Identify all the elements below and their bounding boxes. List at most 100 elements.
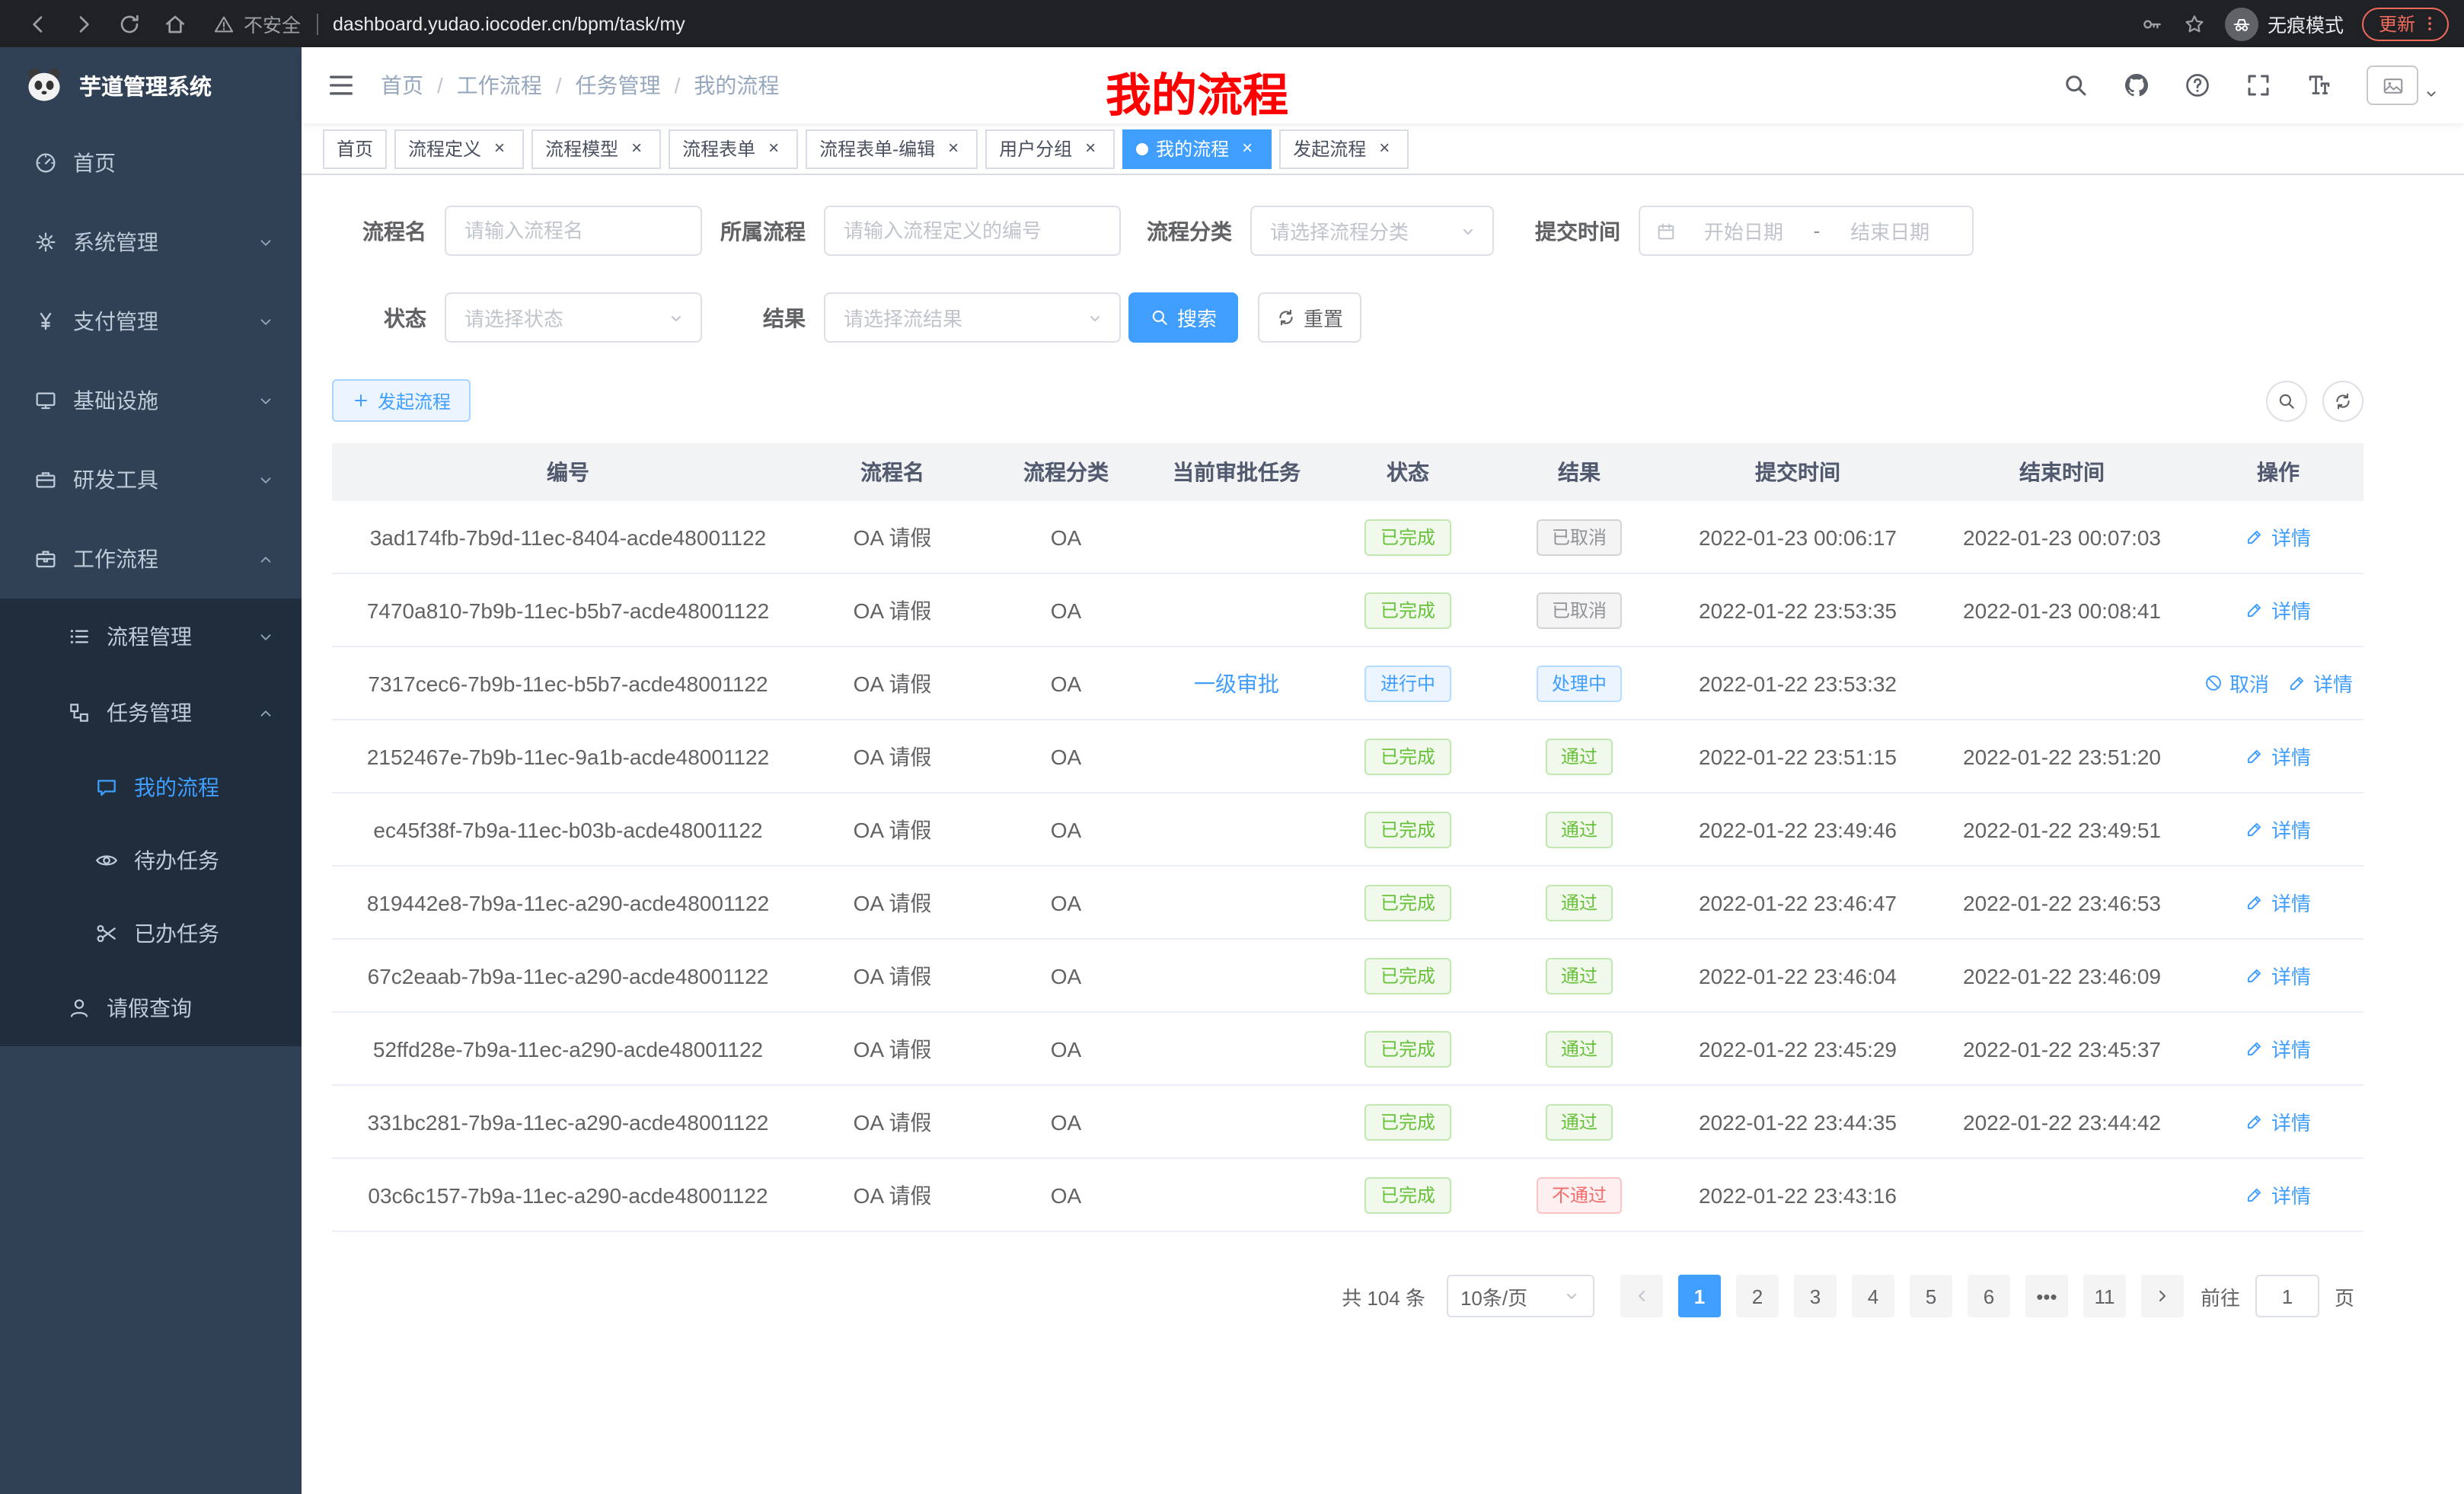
detail-link[interactable]: 详情 bbox=[2245, 961, 2311, 990]
cell-process-name: OA 请假 bbox=[804, 793, 981, 865]
tab[interactable]: 我的流程 × bbox=[1122, 129, 1272, 168]
breadcrumb-item[interactable]: 我的流程 bbox=[694, 70, 779, 101]
sidebar-item[interactable]: 待办任务 bbox=[0, 824, 302, 897]
help-icon[interactable] bbox=[2184, 72, 2211, 99]
fullscreen-icon[interactable] bbox=[2245, 72, 2272, 99]
address-bar[interactable]: 不安全 dashboard.yudao.iocoder.cn/bpm/task/… bbox=[213, 9, 685, 38]
total-count: 共 104 条 bbox=[1342, 1282, 1425, 1310]
next-page-button[interactable] bbox=[2141, 1275, 2184, 1317]
user-menu[interactable] bbox=[2367, 65, 2440, 105]
status-select[interactable]: 请选择状态 bbox=[445, 292, 702, 343]
status-badge: 已完成 bbox=[1365, 1103, 1451, 1140]
sidebar-item[interactable]: 工作流程 bbox=[0, 519, 302, 599]
close-icon[interactable]: × bbox=[489, 138, 510, 159]
tab[interactable]: 流程表单-编辑 × bbox=[806, 129, 978, 168]
page-button[interactable]: ••• bbox=[2025, 1275, 2068, 1317]
process-name-input[interactable] bbox=[445, 206, 702, 256]
sidebar-item[interactable]: 流程管理 bbox=[0, 599, 302, 675]
refresh-icon bbox=[1276, 308, 1296, 327]
cell-process-name: OA 请假 bbox=[804, 1086, 981, 1157]
sidebar-item[interactable]: 首页 bbox=[0, 123, 302, 203]
page-size-select[interactable]: 10条/页 bbox=[1447, 1275, 1594, 1317]
detail-link[interactable]: 详情 bbox=[2245, 595, 2311, 624]
page-button[interactable]: 1 bbox=[1678, 1275, 1721, 1317]
cell-category: OA bbox=[981, 647, 1151, 719]
close-icon[interactable]: × bbox=[1080, 138, 1101, 159]
category-select[interactable]: 请选择流程分类 bbox=[1250, 206, 1494, 256]
home-icon[interactable] bbox=[163, 11, 187, 36]
cell-process-name: OA 请假 bbox=[804, 647, 981, 719]
sidebar-item[interactable]: 支付管理 bbox=[0, 282, 302, 361]
refresh-table-button[interactable] bbox=[2322, 380, 2363, 421]
status-badge: 已完成 bbox=[1365, 1176, 1451, 1213]
detail-link[interactable]: 详情 bbox=[2287, 669, 2353, 698]
page-button[interactable]: 4 bbox=[1852, 1275, 1894, 1317]
update-button[interactable]: 更新 bbox=[2362, 7, 2449, 40]
detail-link[interactable]: 详情 bbox=[2245, 815, 2311, 844]
close-icon[interactable]: × bbox=[1374, 138, 1395, 159]
reset-button[interactable]: 重置 bbox=[1258, 292, 1361, 343]
search-icon[interactable] bbox=[2062, 72, 2089, 99]
tab[interactable]: 流程定义 × bbox=[394, 129, 524, 168]
process-definition-input[interactable] bbox=[824, 206, 1121, 256]
menu-dots-icon[interactable] bbox=[2420, 14, 2440, 34]
tab-label: 发起流程 bbox=[1293, 136, 1366, 161]
close-icon[interactable]: × bbox=[1237, 138, 1258, 159]
page-button[interactable]: 6 bbox=[1968, 1275, 2010, 1317]
submit-time-range-picker[interactable]: 开始日期 - 结束日期 bbox=[1639, 206, 1974, 256]
launch-process-button[interactable]: 发起流程 bbox=[332, 379, 471, 422]
current-task-link[interactable]: 一级审批 bbox=[1194, 668, 1279, 698]
page-button[interactable]: 5 bbox=[1910, 1275, 1952, 1317]
bookmark-star-icon[interactable] bbox=[2182, 11, 2207, 36]
github-icon[interactable] bbox=[2123, 72, 2150, 99]
tab[interactable]: 流程表单 × bbox=[669, 129, 798, 168]
cell-process-name: OA 请假 bbox=[804, 574, 981, 646]
page-button[interactable]: 11 bbox=[2083, 1275, 2126, 1317]
detail-link[interactable]: 详情 bbox=[2245, 742, 2311, 771]
font-size-icon[interactable] bbox=[2306, 72, 2333, 99]
prev-page-button[interactable] bbox=[1620, 1275, 1663, 1317]
date-range-separator: - bbox=[1811, 219, 1824, 242]
sidebar-item[interactable]: 已办任务 bbox=[0, 897, 302, 970]
result-select[interactable]: 请选择流结果 bbox=[824, 292, 1121, 343]
password-key-icon[interactable] bbox=[2140, 11, 2164, 36]
detail-link[interactable]: 详情 bbox=[2245, 888, 2311, 917]
back-icon[interactable] bbox=[26, 11, 50, 36]
close-icon[interactable]: × bbox=[943, 138, 964, 159]
tab[interactable]: 用户分组 × bbox=[985, 129, 1115, 168]
jump-page-input[interactable] bbox=[2255, 1275, 2319, 1317]
detail-link[interactable]: 详情 bbox=[2245, 1034, 2311, 1063]
sidebar-item[interactable]: 请假查询 bbox=[0, 970, 302, 1046]
page-button[interactable]: 2 bbox=[1736, 1275, 1779, 1317]
chevron-icon bbox=[257, 471, 274, 488]
forward-icon[interactable] bbox=[72, 11, 96, 36]
sidebar-item[interactable]: 我的流程 bbox=[0, 751, 302, 824]
detail-link[interactable]: 详情 bbox=[2245, 522, 2311, 551]
sidebar-item[interactable]: 系统管理 bbox=[0, 203, 302, 282]
close-icon[interactable]: × bbox=[763, 138, 784, 159]
avatar[interactable] bbox=[2367, 65, 2418, 105]
page-button[interactable]: 3 bbox=[1794, 1275, 1837, 1317]
app-logo[interactable]: 芋道管理系统 bbox=[0, 47, 302, 123]
table-body: 3ad174fb-7b9d-11ec-8404-acde48001122 OA … bbox=[332, 501, 2363, 1232]
sidebar-item[interactable]: 基础设施 bbox=[0, 361, 302, 440]
toggle-search-button[interactable] bbox=[2266, 380, 2307, 421]
tab[interactable]: 流程模型 × bbox=[531, 129, 661, 168]
tab[interactable]: 首页 × bbox=[323, 129, 387, 168]
hamburger-icon[interactable] bbox=[326, 70, 356, 101]
sidebar-item[interactable]: 研发工具 bbox=[0, 440, 302, 519]
cancel-link[interactable]: 取消 bbox=[2204, 669, 2269, 698]
reload-icon[interactable] bbox=[117, 11, 142, 36]
sidebar-item[interactable]: 任务管理 bbox=[0, 675, 302, 751]
breadcrumb-item[interactable]: 首页 bbox=[381, 70, 423, 101]
tab[interactable]: 发起流程 × bbox=[1279, 129, 1409, 168]
detail-link[interactable]: 详情 bbox=[2245, 1107, 2311, 1136]
chevron-icon bbox=[257, 704, 274, 721]
table-row: 331bc281-7b9a-11ec-a290-acde48001122 OA … bbox=[332, 1086, 2363, 1159]
detail-link[interactable]: 详情 bbox=[2245, 1180, 2311, 1209]
search-button[interactable]: 搜索 bbox=[1128, 292, 1238, 343]
breadcrumb-item[interactable]: 工作流程 bbox=[457, 70, 542, 101]
close-icon[interactable]: × bbox=[626, 138, 647, 159]
filter-label-result: 结果 bbox=[702, 302, 806, 333]
breadcrumb-item[interactable]: 任务管理 bbox=[576, 70, 661, 101]
